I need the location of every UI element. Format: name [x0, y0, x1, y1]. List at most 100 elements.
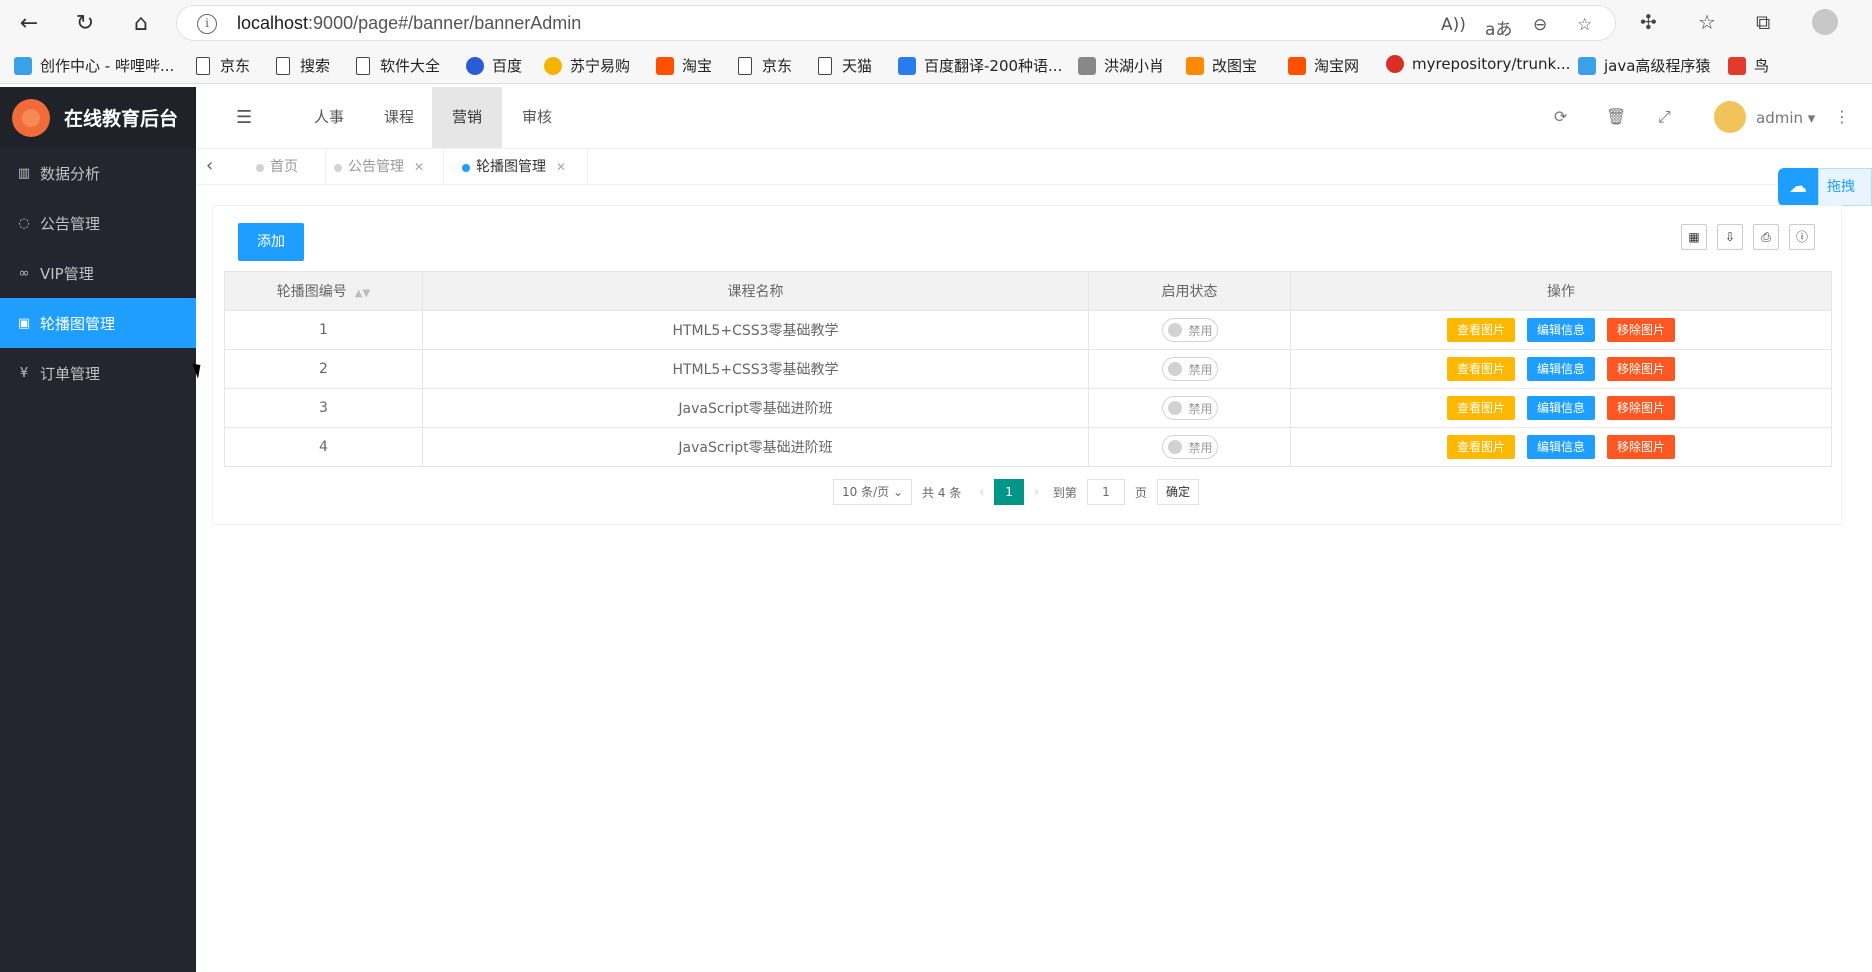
sidebar-item-orders[interactable]: ¥ 订单管理 — [0, 348, 196, 398]
refresh-icon[interactable]: ⟳ — [1554, 107, 1567, 126]
prev-page-icon[interactable]: ‹ — [979, 485, 984, 499]
bookmark-item[interactable]: 京东 — [196, 55, 250, 76]
bookmark-item[interactable]: 百度翻译-200种语... — [898, 55, 1062, 76]
translate-icon[interactable]: aあ — [1485, 15, 1512, 40]
drag-label: 拖拽 — [1818, 168, 1872, 206]
bookmark-item[interactable]: 百度 — [466, 55, 522, 76]
fullscreen-icon[interactable]: ⤢ — [1658, 107, 1671, 127]
menu-toggle-icon[interactable]: ☰ — [236, 107, 252, 128]
bookmark-item[interactable]: 改图宝 — [1186, 55, 1257, 76]
profile-icon[interactable] — [1812, 9, 1838, 35]
bird-icon — [1078, 56, 1096, 75]
table-row: 2 HTML5+CSS3零基础教学 禁用 查看图片 编辑信息 移除图片 — [224, 349, 1832, 389]
cloud-icon[interactable]: ☁ — [1778, 168, 1818, 206]
chevron-left-icon[interactable]: ‹ — [206, 155, 213, 176]
add-button[interactable]: 添加 — [238, 223, 304, 261]
remove-image-button[interactable]: 移除图片 — [1607, 435, 1676, 459]
more-icon[interactable]: ⋮ — [1834, 107, 1850, 126]
goto-label: 到第 — [1052, 485, 1077, 500]
page-unit: 页 — [1134, 485, 1147, 500]
logo[interactable]: 在线教育后台 — [0, 87, 196, 148]
sidebar-item-vip[interactable]: ∞ VIP管理 — [0, 248, 196, 298]
edit-info-button[interactable]: 编辑信息 — [1526, 396, 1595, 420]
bookmark-item[interactable]: 搜索 — [276, 55, 330, 76]
bar-chart-icon: ▥ — [17, 165, 31, 181]
page-size-select[interactable]: 10 条/页 ⌄ — [833, 479, 913, 505]
close-icon[interactable]: ✕ — [556, 160, 566, 174]
sidebar-item-analytics[interactable]: ▥ 数据分析 — [0, 148, 196, 198]
collections-icon[interactable]: ⧉ — [1756, 10, 1770, 34]
next-page-icon[interactable]: › — [1034, 485, 1039, 499]
browser-toolbar: ← ↻ ⌂ i localhost:9000/page#/banner/bann… — [0, 0, 1872, 46]
remove-image-button[interactable]: 移除图片 — [1607, 318, 1676, 342]
bookmark-item[interactable]: 京东 — [738, 55, 792, 76]
status-toggle[interactable]: 禁用 — [1161, 318, 1218, 342]
top-tab-course[interactable]: 课程 — [364, 87, 434, 148]
home-icon[interactable]: ⌂ — [126, 8, 156, 38]
view-image-button[interactable]: 查看图片 — [1446, 318, 1515, 342]
gaitubao-icon — [1186, 56, 1204, 75]
back-icon[interactable]: ← — [14, 8, 44, 38]
address-bar[interactable]: i localhost:9000/page#/banner/bannerAdmi… — [176, 5, 1616, 41]
top-tab-marketing[interactable]: 营销 — [432, 87, 502, 148]
tab-home[interactable]: 首页 — [248, 149, 326, 185]
close-icon[interactable]: ✕ — [414, 160, 424, 174]
export-icon[interactable]: ⇩ — [1717, 224, 1743, 250]
yen-icon: ¥ — [19, 365, 29, 381]
info-icon[interactable]: ⓘ — [1789, 224, 1815, 250]
reload-icon[interactable]: ↻ — [70, 8, 100, 38]
pagination: 10 条/页 ⌄ 共 4 条 ‹ 1 › 到第 1 页 确定 — [833, 478, 1199, 506]
repository-icon — [1386, 55, 1404, 73]
drag-widget[interactable]: ☁ 拖拽 — [1778, 168, 1872, 206]
current-page[interactable]: 1 — [994, 479, 1025, 505]
tab-banners[interactable]: 轮播图管理 ✕ — [454, 149, 588, 185]
view-image-button[interactable]: 查看图片 — [1446, 357, 1515, 381]
edit-info-button[interactable]: 编辑信息 — [1526, 435, 1595, 459]
goto-page-input[interactable]: 1 — [1086, 479, 1125, 505]
column-header[interactable]: 轮播图编号 ▲▼ — [224, 271, 423, 311]
bookmark-item[interactable]: 软件大全 — [356, 55, 440, 76]
avatar[interactable] — [1714, 101, 1746, 133]
print-icon[interactable]: ⎙ — [1753, 224, 1779, 250]
status-toggle[interactable]: 禁用 — [1161, 435, 1218, 459]
top-tab-hr[interactable]: 人事 — [294, 87, 364, 148]
status-toggle[interactable]: 禁用 — [1161, 396, 1218, 420]
site-info-icon[interactable]: i — [197, 14, 217, 34]
extensions-icon[interactable]: ✣ — [1640, 10, 1657, 34]
status-toggle[interactable]: 禁用 — [1161, 357, 1218, 381]
view-image-button[interactable]: 查看图片 — [1446, 396, 1515, 420]
bookmark-item[interactable]: 苏宁易购 — [544, 55, 630, 76]
remove-image-button[interactable]: 移除图片 — [1607, 357, 1676, 381]
bookmark-item[interactable]: 淘宝 — [656, 55, 712, 76]
edit-info-button[interactable]: 编辑信息 — [1526, 318, 1595, 342]
sidebar-item-notices[interactable]: ◌ 公告管理 — [0, 198, 196, 248]
favorites-icon[interactable]: ☆ — [1698, 10, 1716, 34]
admin-name[interactable]: admin ▾ — [1756, 109, 1815, 127]
read-aloud-icon[interactable]: A)) — [1441, 15, 1466, 35]
remove-image-button[interactable]: 移除图片 — [1607, 396, 1676, 420]
bookmark-item[interactable]: 淘宝网 — [1288, 55, 1359, 76]
link-icon: ∞ — [18, 265, 30, 281]
sidebar-item-banners[interactable]: ▣ 轮播图管理 — [0, 298, 196, 348]
bookmark-item[interactable]: 鸟 — [1728, 55, 1769, 76]
bookmark-item[interactable]: myrepository/trunk... — [1386, 55, 1570, 73]
bookmark-item[interactable]: 天猫 — [818, 55, 872, 76]
table-row: 1 HTML5+CSS3零基础教学 禁用 查看图片 编辑信息 移除图片 — [224, 310, 1832, 350]
url-text[interactable]: localhost:9000/page#/banner/bannerAdmin — [237, 13, 581, 34]
bookmark-item[interactable]: java高级程序猿 — [1578, 55, 1710, 76]
top-tab-review[interactable]: 审核 — [502, 87, 572, 148]
bookmark-item[interactable]: 洪湖小肖 — [1078, 55, 1164, 76]
columns-icon[interactable]: ▦ — [1681, 224, 1707, 250]
trash-icon[interactable]: 🗑 — [1606, 107, 1626, 126]
view-image-button[interactable]: 查看图片 — [1446, 435, 1515, 459]
sort-icon[interactable]: ▲▼ — [355, 288, 370, 299]
bookmark-item[interactable]: 创作中心 - 哔哩哔... — [14, 55, 174, 76]
banner-id: 1 — [224, 310, 423, 350]
confirm-button[interactable]: 确定 — [1156, 479, 1199, 505]
edit-info-button[interactable]: 编辑信息 — [1526, 357, 1595, 381]
course-name: JavaScript零基础进阶班 — [422, 427, 1089, 467]
banner-panel: 添加 ▦ ⇩ ⎙ ⓘ 轮播图编号 ▲▼ 课程名称 启用状态 操作 1 HTML5+… — [212, 205, 1842, 525]
zoom-out-icon[interactable]: ⊖ — [1533, 15, 1547, 35]
tab-notices[interactable]: 公告管理 ✕ — [326, 149, 444, 185]
add-favorite-icon[interactable]: ☆ — [1577, 15, 1592, 35]
